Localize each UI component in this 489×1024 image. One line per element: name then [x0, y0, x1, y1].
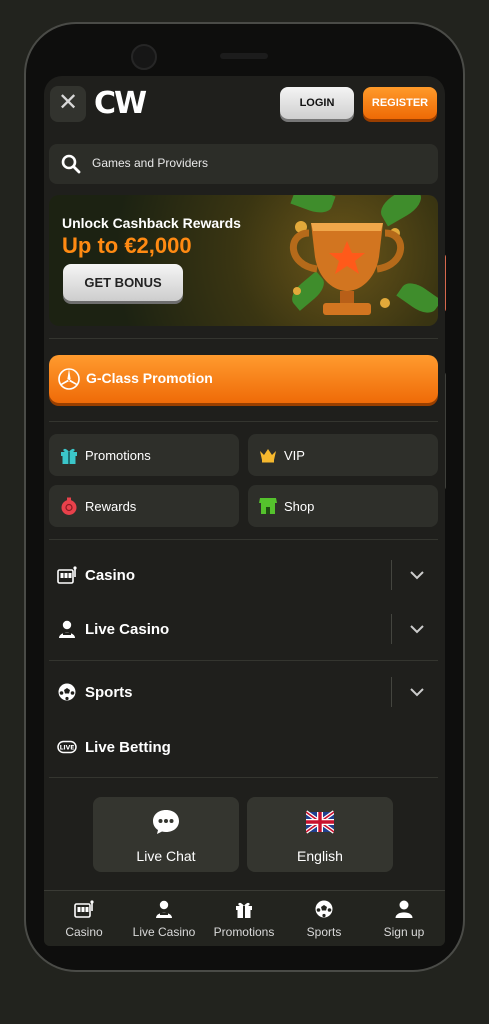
menu-item-sports[interactable]: Sports: [49, 670, 438, 714]
search-icon: [61, 154, 81, 174]
crown-icon: [260, 449, 276, 463]
separator: [391, 560, 392, 590]
earpiece-speaker: [220, 53, 268, 59]
banner-amount: Up to €2,000: [62, 233, 192, 258]
nav-label: Sports: [306, 925, 342, 939]
nav-label: Promotions: [213, 925, 275, 939]
bottom-nav: Casino Live Casino Promotions Sports Sig…: [44, 890, 445, 946]
banner-title: Unlock Cashback Rewards: [62, 215, 241, 231]
mercedes-star-icon: [58, 368, 80, 390]
slot-machine-icon: [74, 900, 94, 918]
quick-link-label: Rewards: [85, 499, 137, 514]
menu-item-label: Casino: [85, 567, 136, 584]
live-chat-label: Live Chat: [136, 848, 196, 864]
top-bar: ✕ CW LOGIN REGISTER: [44, 76, 445, 134]
user-icon: [395, 900, 413, 918]
shop-icon: [259, 498, 277, 514]
search-placeholder: Games and Providers: [92, 156, 209, 170]
language-label: English: [297, 848, 343, 864]
nav-sports[interactable]: Sports: [284, 891, 364, 946]
quick-link-label: Shop: [284, 499, 315, 514]
nav-label: Sign up: [383, 925, 425, 939]
register-button[interactable]: REGISTER: [363, 87, 437, 119]
gift-icon: [61, 448, 77, 464]
quick-link-vip[interactable]: VIP: [248, 434, 438, 476]
menu-item-live-betting[interactable]: LIVE Live Betting: [49, 725, 438, 769]
uk-flag-icon: [306, 810, 334, 834]
camera-lens: [131, 44, 157, 70]
svg-text:LIVE: LIVE: [60, 745, 75, 752]
nav-label: Live Casino: [132, 925, 196, 939]
soccer-ball-icon: [58, 683, 76, 701]
gift-icon: [236, 902, 252, 918]
chevron-down-icon[interactable]: [409, 684, 425, 700]
divider: [49, 421, 438, 422]
live-icon: LIVE: [57, 740, 77, 754]
trophy-icon: [290, 221, 404, 315]
quick-link-shop[interactable]: Shop: [248, 485, 438, 527]
quick-link-promotions[interactable]: Promotions: [49, 434, 239, 476]
menu-item-label: Live Casino: [85, 621, 170, 638]
menu-item-live-casino[interactable]: Live Casino: [49, 607, 438, 651]
close-icon: ✕: [57, 89, 79, 116]
cashback-banner[interactable]: Unlock Cashback Rewards Up to €2,000 GET…: [49, 195, 438, 326]
nav-promotions[interactable]: Promotions: [204, 891, 284, 946]
divider: [49, 539, 438, 540]
separator: [391, 677, 392, 707]
chat-bubble-icon: [153, 810, 179, 834]
menu-item-label: Live Betting: [85, 739, 171, 756]
menu-item-label: Sports: [85, 684, 133, 701]
divider: [49, 660, 438, 661]
nav-sign-up[interactable]: Sign up: [364, 891, 444, 946]
nav-live-casino[interactable]: Live Casino: [124, 891, 204, 946]
logo[interactable]: CW: [94, 86, 147, 121]
app-screen: ✕ CW LOGIN REGISTER Games and Providers: [44, 76, 445, 946]
g-class-promotion-button[interactable]: G-Class Promotion: [49, 355, 438, 403]
promo-bar-label: G-Class Promotion: [86, 370, 213, 386]
quick-link-label: Promotions: [85, 448, 151, 463]
close-menu-button[interactable]: ✕: [50, 86, 86, 122]
live-chat-button[interactable]: Live Chat: [93, 797, 239, 872]
separator: [391, 614, 392, 644]
chevron-down-icon[interactable]: [409, 567, 425, 583]
get-bonus-button[interactable]: GET BONUS: [63, 264, 183, 301]
nav-casino[interactable]: Casino: [44, 891, 124, 946]
login-button[interactable]: LOGIN: [280, 87, 354, 119]
divider: [49, 338, 438, 339]
divider: [49, 777, 438, 778]
dealer-icon: [59, 620, 75, 638]
reward-icon: [61, 497, 77, 515]
quick-link-rewards[interactable]: Rewards: [49, 485, 239, 527]
search-input[interactable]: Games and Providers: [49, 144, 438, 184]
soccer-ball-icon: [315, 900, 333, 918]
chevron-down-icon[interactable]: [409, 621, 425, 637]
nav-label: Casino: [65, 925, 103, 939]
dealer-icon: [156, 900, 172, 918]
slot-machine-icon: [57, 566, 77, 584]
quick-link-label: VIP: [284, 448, 305, 463]
language-button[interactable]: English: [247, 797, 393, 872]
menu-item-casino[interactable]: Casino: [49, 553, 438, 597]
